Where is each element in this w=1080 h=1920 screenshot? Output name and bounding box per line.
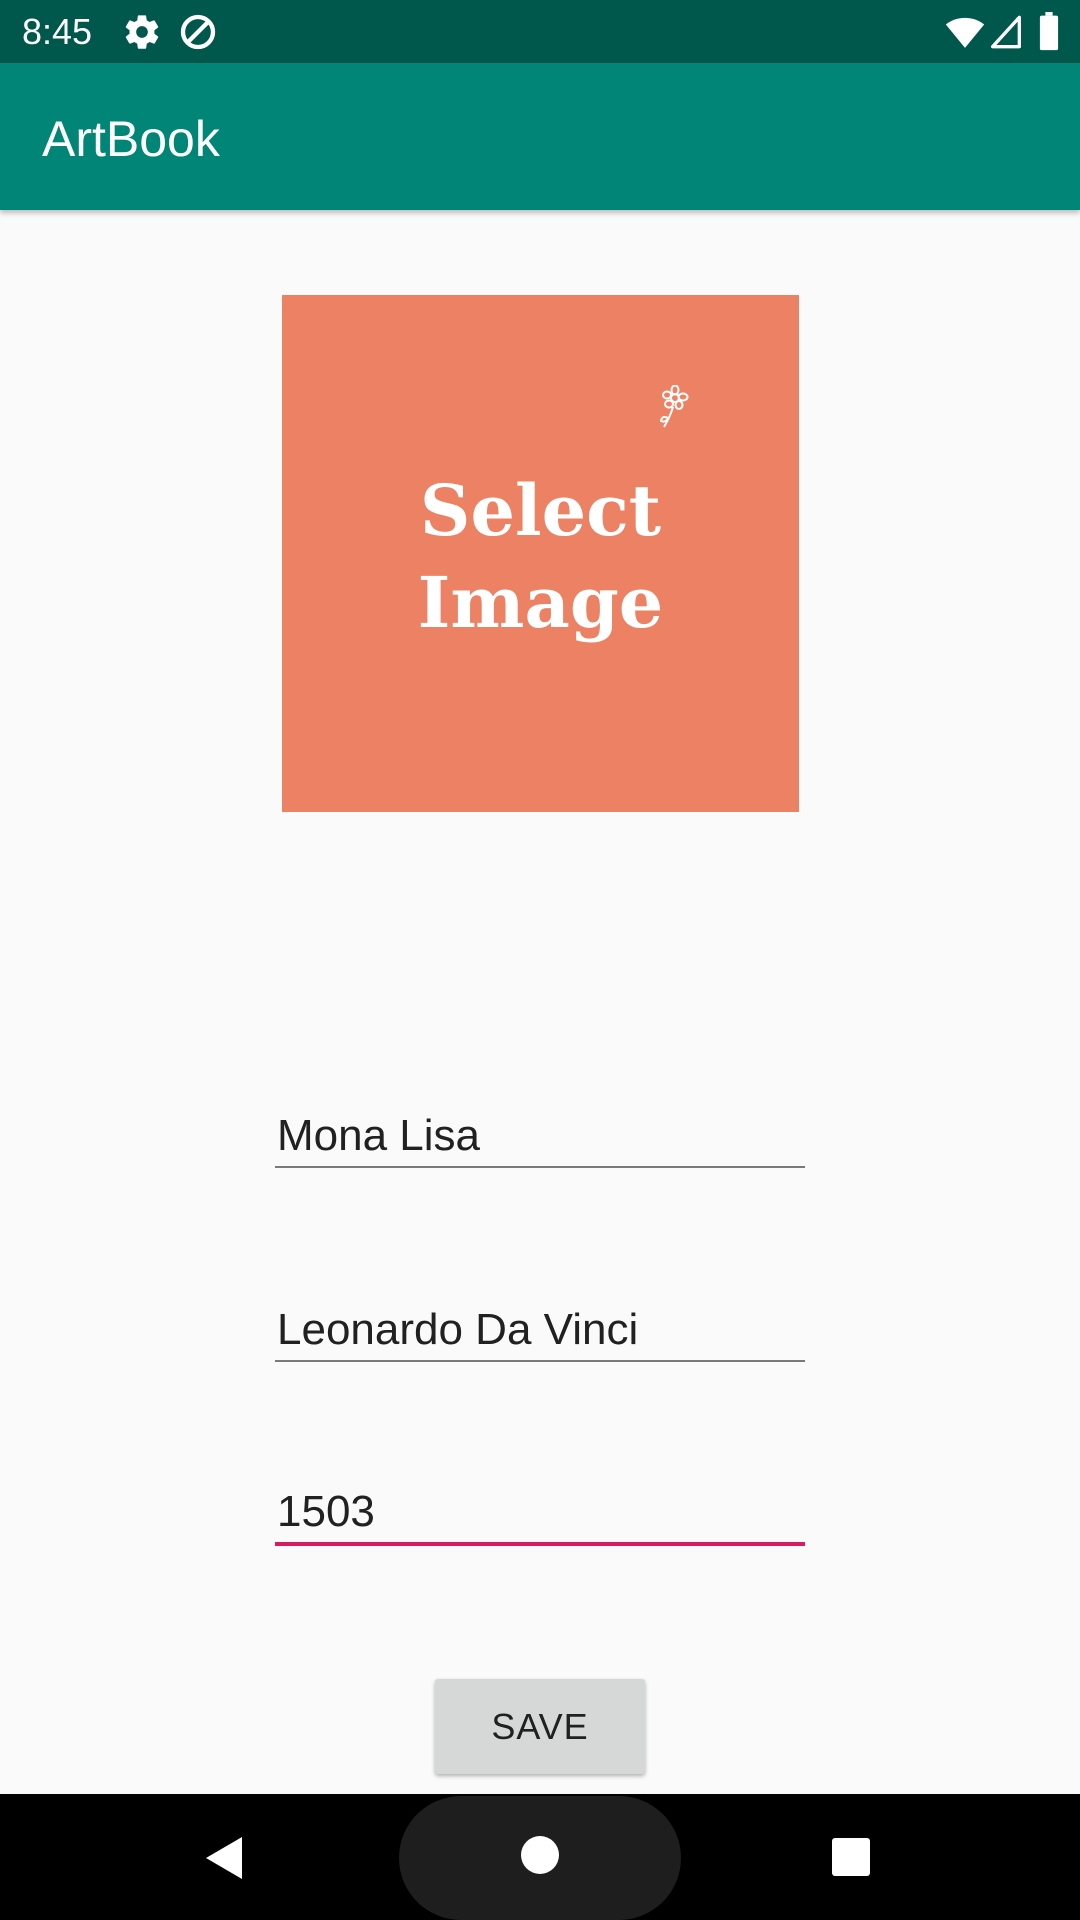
status-time: 8:45 — [22, 11, 93, 52]
recents-icon[interactable] — [831, 1837, 871, 1882]
select-image-label: Select Image — [282, 465, 799, 649]
select-image-line2: Image — [417, 561, 664, 644]
year-field — [275, 1482, 805, 1546]
art-name-input[interactable] — [275, 1106, 805, 1166]
cellular-signal-icon — [990, 12, 1022, 52]
artist-name-underline — [275, 1360, 805, 1362]
artist-name-input[interactable] — [275, 1300, 805, 1360]
art-name-field — [275, 1106, 805, 1168]
app-bar: ArtBook — [0, 63, 1080, 210]
data-saver-icon — [178, 12, 218, 52]
year-underline — [275, 1542, 805, 1546]
art-name-underline — [275, 1166, 805, 1168]
battery-icon — [1038, 12, 1060, 52]
status-bar: 8:45 — [0, 0, 1080, 63]
flower-icon — [659, 385, 689, 428]
select-image-button[interactable]: Select Image — [282, 295, 799, 812]
year-input[interactable] — [275, 1482, 805, 1542]
home-icon[interactable] — [520, 1835, 560, 1880]
wifi-icon — [944, 12, 986, 52]
back-icon[interactable] — [204, 1835, 244, 1886]
select-image-line1: Select — [419, 469, 662, 552]
screen: 8:45 ArtBook Select Image Mona Lisa Leon… — [0, 0, 1080, 1920]
artist-name-field — [275, 1300, 805, 1362]
settings-icon — [122, 12, 162, 52]
navigation-bar — [0, 1794, 1080, 1920]
app-title: ArtBook — [42, 111, 220, 167]
save-button[interactable]: SAVE — [435, 1679, 645, 1774]
